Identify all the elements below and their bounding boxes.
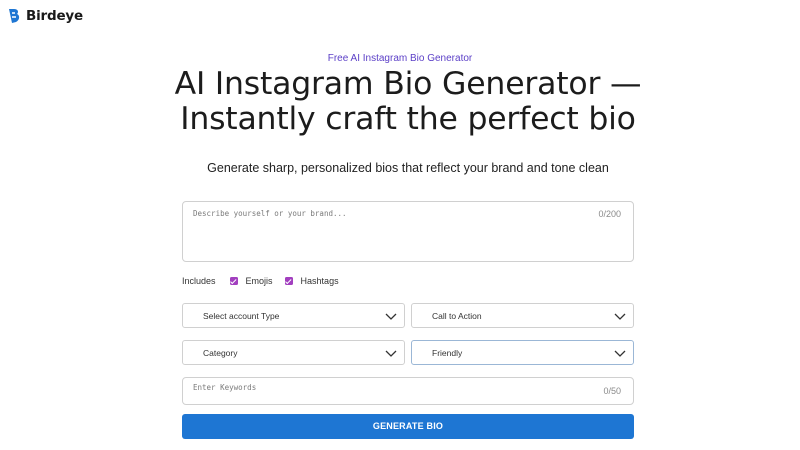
category-select[interactable]: Category	[182, 340, 405, 365]
emojis-checkbox[interactable]	[229, 277, 238, 285]
call-to-action-value: Call to Action	[432, 311, 482, 321]
includes-label: Includes	[182, 276, 216, 286]
tone-select[interactable]: Friendly	[411, 340, 634, 365]
keywords-char-counter: 0/50	[603, 386, 621, 396]
includes-options: Includes Emojis Hashtags	[182, 276, 351, 286]
emojis-label[interactable]: Emojis	[246, 276, 273, 286]
chevron-down-icon	[385, 313, 397, 320]
generate-bio-button[interactable]: GENERATE BIO	[182, 414, 634, 439]
bio-placeholder: Describe yourself or your brand...	[193, 209, 347, 218]
bio-char-counter: 0/200	[598, 209, 621, 219]
category-value: Category	[203, 348, 238, 358]
account-type-select[interactable]: Select account Type	[182, 303, 405, 328]
keywords-placeholder: Enter Keywords	[193, 383, 257, 392]
chevron-down-icon	[385, 350, 397, 357]
hashtags-label[interactable]: Hashtags	[301, 276, 339, 286]
eyebrow-text: Free AI Instagram Bio Generator	[327, 53, 473, 64]
account-type-value: Select account Type	[203, 311, 280, 321]
keywords-input[interactable]: Enter Keywords 0/50	[182, 377, 634, 405]
page-title: AI Instagram Bio Generator — Instantly c…	[0, 67, 800, 137]
title-line-1: AI Instagram Bio Generator —	[174, 66, 642, 102]
hashtags-checkbox[interactable]	[284, 277, 293, 285]
chevron-down-icon	[614, 313, 626, 320]
birdeye-logo[interactable]: Birdeye	[8, 8, 83, 24]
chevron-down-icon	[614, 350, 626, 357]
title-line-2: Instantly craft the perfect bio	[180, 101, 636, 137]
page-subtitle: Generate sharp, personalized bios that r…	[207, 161, 609, 175]
bio-description-textarea[interactable]: Describe yourself or your brand... 0/200	[182, 201, 634, 262]
tone-value: Friendly	[432, 348, 463, 358]
call-to-action-select[interactable]: Call to Action	[411, 303, 634, 328]
brand-name: Birdeye	[26, 8, 83, 24]
birdeye-logo-icon	[9, 9, 20, 23]
